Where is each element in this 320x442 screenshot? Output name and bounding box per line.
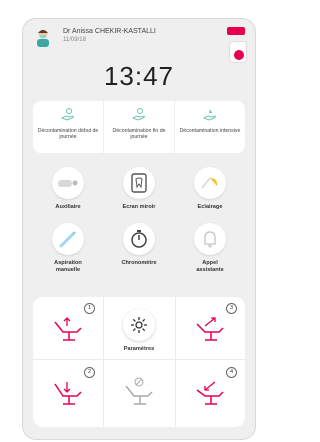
chair-positions-panel: 1 3 Paramètres 2 4 bbox=[33, 297, 245, 427]
decontamination-start-label: Décontamination début de journée bbox=[37, 128, 99, 140]
stopwatch-label: Chronomètre bbox=[121, 260, 157, 266]
decontamination-end-button[interactable]: Décontamination fin de journée bbox=[104, 101, 175, 153]
doctor-name: Dr Anissa CHEKIR-KASTALLI bbox=[63, 28, 156, 35]
lighting-label: Eclairage bbox=[197, 204, 223, 210]
decontamination-start-button[interactable]: Décontamination début de journée bbox=[33, 101, 104, 153]
auxiliary-label: Auxiliaire bbox=[55, 204, 81, 210]
hand-sanitize-icon bbox=[60, 108, 74, 121]
call-assistant-label: Appel assistante bbox=[196, 260, 224, 273]
settings-label: Paramètres bbox=[123, 346, 155, 352]
avatar bbox=[37, 29, 49, 47]
bell-icon bbox=[194, 223, 226, 255]
decontamination-intensive-label: Décontamination intensive bbox=[179, 128, 241, 134]
stopwatch-button[interactable]: Chronomètre bbox=[104, 223, 174, 267]
session-date: 11/09/18 bbox=[63, 37, 86, 43]
lamp-icon bbox=[194, 167, 226, 199]
stopwatch-icon bbox=[123, 223, 155, 255]
lighting-button[interactable]: Eclairage bbox=[175, 167, 245, 211]
device-screen: Dr Anissa CHEKIR-KASTALLI 11/09/18 13:47… bbox=[22, 18, 256, 440]
hand-sanitize-icon bbox=[131, 108, 145, 121]
auxiliary-instrument-icon bbox=[52, 167, 84, 199]
clock: 13:47 bbox=[103, 61, 175, 91]
settings-button[interactable]: Paramètres bbox=[103, 309, 175, 352]
call-assistant-button[interactable]: Appel assistante bbox=[175, 223, 245, 273]
chair-position-1-icon bbox=[54, 317, 82, 341]
auxiliary-button[interactable]: Auxiliaire bbox=[33, 167, 103, 211]
decontamination-intensive-button[interactable]: Décontamination intensive bbox=[175, 101, 245, 153]
chair-position-2-icon bbox=[54, 382, 82, 405]
chair-disabled-icon bbox=[125, 377, 153, 405]
chair-position-number: 1 bbox=[84, 303, 95, 314]
decontamination-panel: Décontamination début de journée Déconta… bbox=[33, 101, 245, 153]
chair-position-1-button[interactable]: 1 bbox=[33, 297, 103, 357]
hand-spray-icon bbox=[202, 109, 216, 121]
chair-position-3-icon bbox=[196, 317, 224, 341]
suction-icon bbox=[52, 223, 84, 255]
chair-disabled-button[interactable] bbox=[104, 361, 174, 421]
mirror-screen-icon bbox=[123, 167, 155, 199]
chair-position-3-button[interactable]: 3 bbox=[175, 297, 245, 357]
chair-position-number: 4 bbox=[226, 367, 237, 378]
mirror-screen-button[interactable]: Ecran miroir bbox=[104, 167, 174, 211]
chair-position-number: 3 bbox=[226, 303, 237, 314]
decontamination-end-label: Décontamination fin de journée bbox=[112, 128, 166, 140]
toggle-switch[interactable] bbox=[229, 41, 247, 63]
manual-suction-button[interactable]: Aspiration manuelle bbox=[33, 223, 103, 273]
battery-icon bbox=[227, 27, 245, 35]
gear-icon bbox=[123, 309, 155, 341]
chair-position-4-button[interactable]: 4 bbox=[175, 361, 245, 421]
manual-suction-label: Aspiration manuelle bbox=[54, 260, 82, 273]
chair-position-number: 2 bbox=[84, 367, 95, 378]
header: Dr Anissa CHEKIR-KASTALLI 11/09/18 bbox=[23, 19, 255, 67]
toggle-knob bbox=[234, 50, 244, 60]
divider bbox=[33, 359, 245, 360]
mirror-screen-label: Ecran miroir bbox=[122, 204, 156, 210]
chair-position-4-icon bbox=[196, 381, 224, 405]
chair-position-2-button[interactable]: 2 bbox=[33, 361, 103, 421]
